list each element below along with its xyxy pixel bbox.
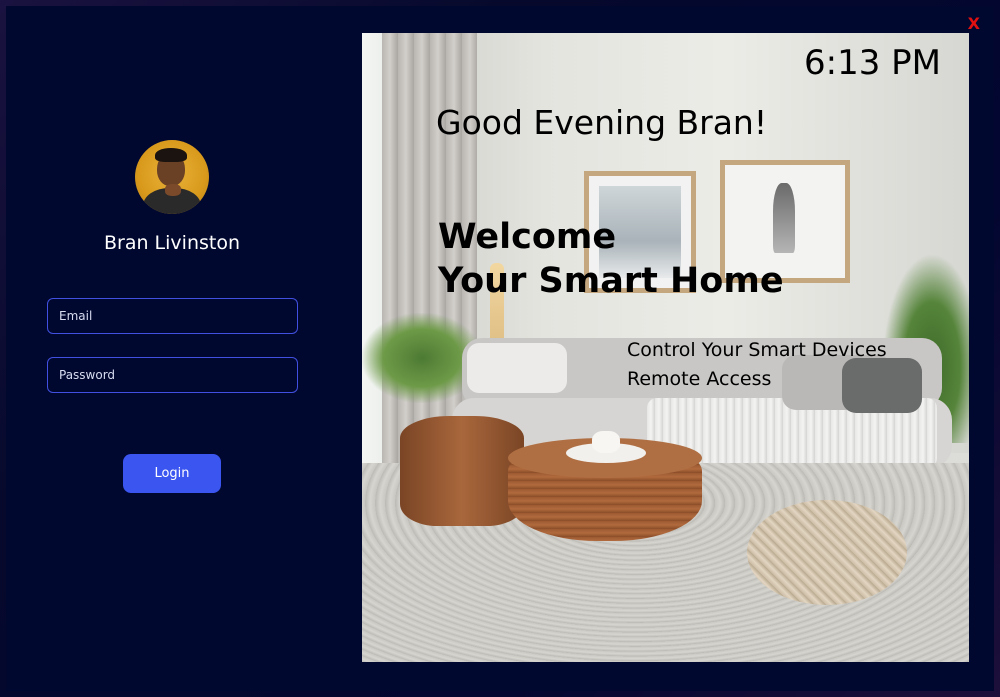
avatar-hair bbox=[155, 148, 187, 162]
pillow bbox=[467, 343, 567, 393]
close-icon[interactable]: X bbox=[968, 14, 980, 33]
pouf bbox=[747, 500, 907, 605]
avatar-hand bbox=[165, 184, 181, 196]
plant-pot bbox=[592, 431, 620, 453]
app-window: X Bran Livinston Login 6:13 PM Good Even… bbox=[0, 0, 1000, 697]
password-field[interactable] bbox=[47, 357, 298, 393]
login-button[interactable]: Login bbox=[123, 454, 221, 493]
greeting: Good Evening Bran! bbox=[436, 103, 768, 142]
feature-list: Control Your Smart Devices Remote Access bbox=[627, 336, 887, 394]
feature-item: Remote Access bbox=[627, 368, 772, 390]
welcome-line-2: Your Smart Home bbox=[438, 261, 784, 301]
email-field[interactable] bbox=[47, 298, 298, 334]
side-table bbox=[400, 416, 524, 526]
living-room-image: 6:13 PM Good Evening Bran! Welcome Your … bbox=[362, 33, 969, 662]
welcome-line-1: Welcome bbox=[438, 217, 617, 257]
clock: 6:13 PM bbox=[804, 43, 941, 83]
user-name: Bran Livinston bbox=[103, 232, 240, 254]
user-avatar bbox=[135, 140, 209, 214]
welcome-heading: Welcome Your Smart Home bbox=[438, 215, 784, 303]
feature-item: Control Your Smart Devices bbox=[627, 339, 887, 361]
